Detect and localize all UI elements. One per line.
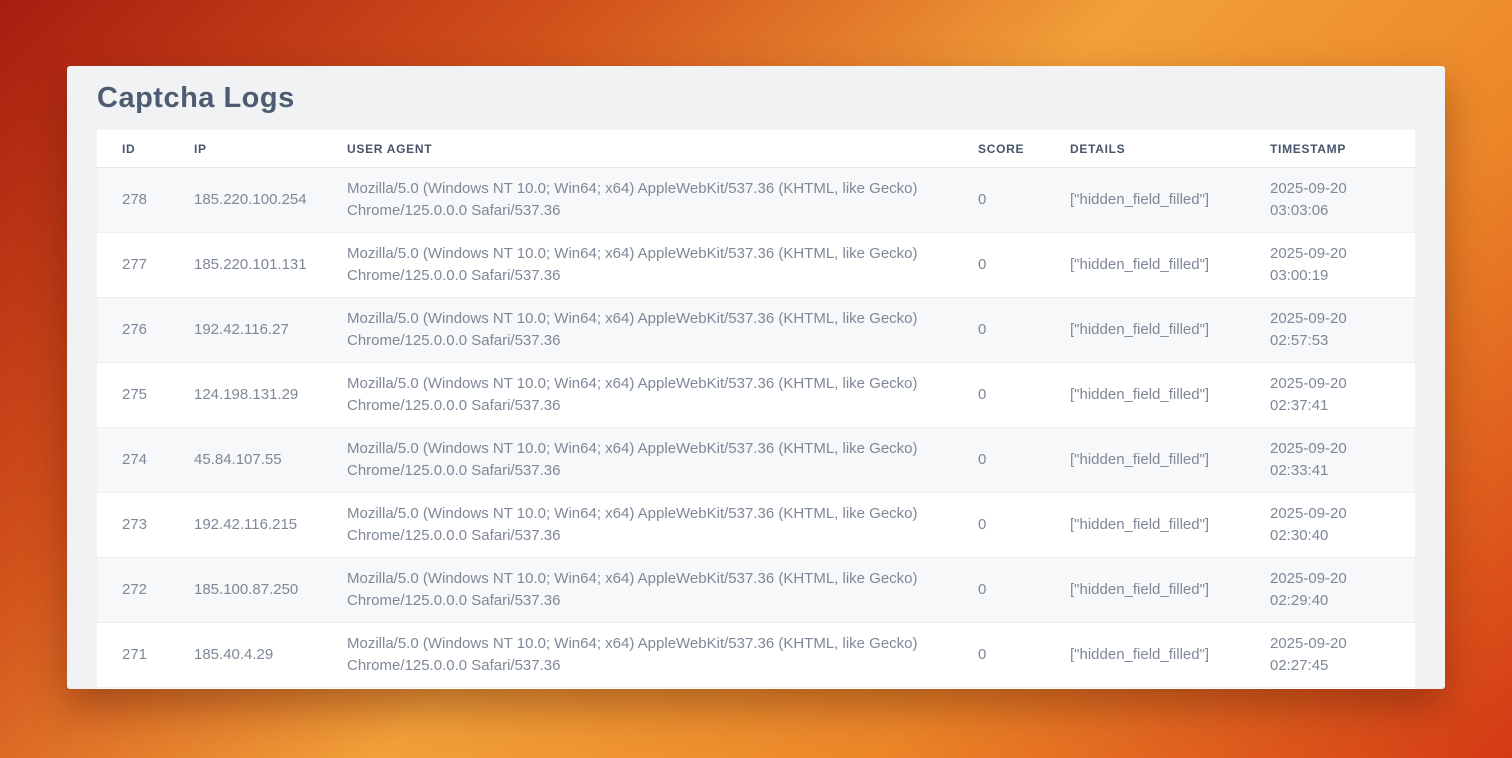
cell-score: 0 — [953, 558, 1045, 623]
cell-score: 0 — [953, 233, 1045, 298]
table-body: 278185.220.100.254Mozilla/5.0 (Windows N… — [97, 168, 1415, 688]
cell-user_agent: Mozilla/5.0 (Windows NT 10.0; Win64; x64… — [322, 428, 953, 493]
page-title: Captcha Logs — [97, 66, 1415, 130]
cell-score: 0 — [953, 428, 1045, 493]
cell-score: 0 — [953, 623, 1045, 688]
cell-ip: 192.42.116.27 — [169, 298, 322, 363]
cell-score: 0 — [953, 493, 1045, 558]
cell-score: 0 — [953, 363, 1045, 428]
cell-ip: 185.220.100.254 — [169, 168, 322, 233]
cell-id: 277 — [97, 233, 169, 298]
column-header-user_agent: USER AGENT — [322, 130, 953, 168]
cell-details: ["hidden_field_filled"] — [1045, 493, 1245, 558]
table-row: 271185.40.4.29Mozilla/5.0 (Windows NT 10… — [97, 623, 1415, 688]
table-row: 277185.220.101.131Mozilla/5.0 (Windows N… — [97, 233, 1415, 298]
cell-id: 276 — [97, 298, 169, 363]
cell-timestamp: 2025-09-20 02:37:41 — [1245, 363, 1415, 428]
cell-id: 271 — [97, 623, 169, 688]
table-row: 272185.100.87.250Mozilla/5.0 (Windows NT… — [97, 558, 1415, 623]
cell-id: 274 — [97, 428, 169, 493]
cell-timestamp: 2025-09-20 03:03:06 — [1245, 168, 1415, 233]
cell-details: ["hidden_field_filled"] — [1045, 558, 1245, 623]
cell-score: 0 — [953, 168, 1045, 233]
cell-ip: 185.220.101.131 — [169, 233, 322, 298]
column-header-ip: IP — [169, 130, 322, 168]
cell-ip: 192.42.116.215 — [169, 493, 322, 558]
cell-user_agent: Mozilla/5.0 (Windows NT 10.0; Win64; x64… — [322, 298, 953, 363]
cell-timestamp: 2025-09-20 02:33:41 — [1245, 428, 1415, 493]
table-row: 275124.198.131.29Mozilla/5.0 (Windows NT… — [97, 363, 1415, 428]
cell-details: ["hidden_field_filled"] — [1045, 428, 1245, 493]
cell-timestamp: 2025-09-20 02:57:53 — [1245, 298, 1415, 363]
column-header-score: SCORE — [953, 130, 1045, 168]
table-container: IDIPUSER AGENTSCOREDETAILSTIMESTAMP 2781… — [97, 130, 1415, 689]
cell-details: ["hidden_field_filled"] — [1045, 623, 1245, 688]
cell-user_agent: Mozilla/5.0 (Windows NT 10.0; Win64; x64… — [322, 168, 953, 233]
table-row: 278185.220.100.254Mozilla/5.0 (Windows N… — [97, 168, 1415, 233]
cell-user_agent: Mozilla/5.0 (Windows NT 10.0; Win64; x64… — [322, 623, 953, 688]
cell-ip: 185.40.4.29 — [169, 623, 322, 688]
captcha-logs-table: IDIPUSER AGENTSCOREDETAILSTIMESTAMP 2781… — [97, 130, 1415, 688]
cell-id: 273 — [97, 493, 169, 558]
cell-score: 0 — [953, 298, 1045, 363]
cell-ip: 185.100.87.250 — [169, 558, 322, 623]
column-header-timestamp: TIMESTAMP — [1245, 130, 1415, 168]
cell-user_agent: Mozilla/5.0 (Windows NT 10.0; Win64; x64… — [322, 363, 953, 428]
cell-timestamp: 2025-09-20 02:29:40 — [1245, 558, 1415, 623]
cell-id: 278 — [97, 168, 169, 233]
cell-user_agent: Mozilla/5.0 (Windows NT 10.0; Win64; x64… — [322, 493, 953, 558]
cell-user_agent: Mozilla/5.0 (Windows NT 10.0; Win64; x64… — [322, 233, 953, 298]
cell-details: ["hidden_field_filled"] — [1045, 168, 1245, 233]
table-header-row: IDIPUSER AGENTSCOREDETAILSTIMESTAMP — [97, 130, 1415, 168]
column-header-id: ID — [97, 130, 169, 168]
cell-timestamp: 2025-09-20 02:30:40 — [1245, 493, 1415, 558]
column-header-details: DETAILS — [1045, 130, 1245, 168]
cell-details: ["hidden_field_filled"] — [1045, 298, 1245, 363]
table-row: 273192.42.116.215Mozilla/5.0 (Windows NT… — [97, 493, 1415, 558]
table-row: 27445.84.107.55Mozilla/5.0 (Windows NT 1… — [97, 428, 1415, 493]
table-header: IDIPUSER AGENTSCOREDETAILSTIMESTAMP — [97, 130, 1415, 168]
cell-details: ["hidden_field_filled"] — [1045, 363, 1245, 428]
cell-id: 275 — [97, 363, 169, 428]
table-row: 276192.42.116.27Mozilla/5.0 (Windows NT … — [97, 298, 1415, 363]
cell-details: ["hidden_field_filled"] — [1045, 233, 1245, 298]
cell-timestamp: 2025-09-20 03:00:19 — [1245, 233, 1415, 298]
cell-id: 272 — [97, 558, 169, 623]
cell-timestamp: 2025-09-20 02:27:45 — [1245, 623, 1415, 688]
captcha-logs-card: Captcha Logs IDIPUSER AGENTSCOREDETAILST… — [67, 66, 1445, 689]
cell-ip: 124.198.131.29 — [169, 363, 322, 428]
cell-ip: 45.84.107.55 — [169, 428, 322, 493]
app-background: { "title": "Captcha Logs", "colors": { "… — [0, 0, 1512, 758]
cell-user_agent: Mozilla/5.0 (Windows NT 10.0; Win64; x64… — [322, 558, 953, 623]
